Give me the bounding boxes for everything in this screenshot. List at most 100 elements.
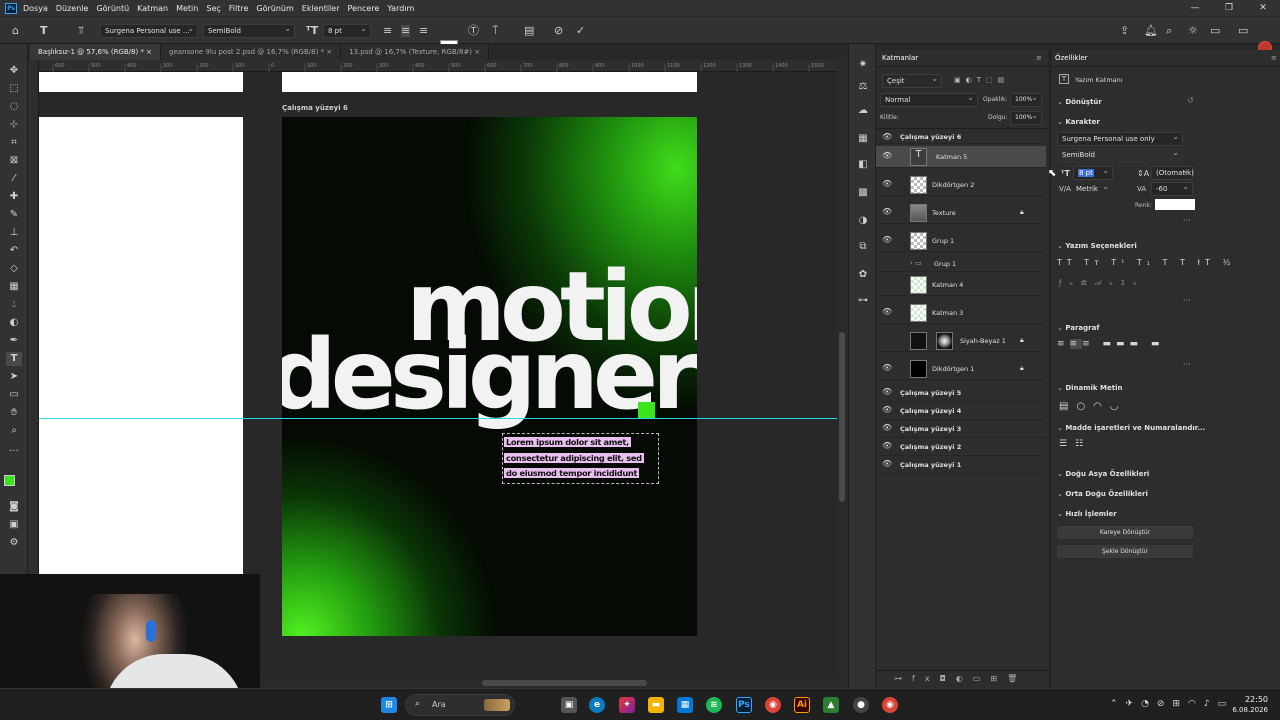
home-icon[interactable]: ⌂: [12, 25, 19, 37]
eye-icon[interactable]: 👁︎: [882, 307, 892, 316]
lasso-tool-icon[interactable]: ◌: [6, 100, 22, 114]
tab-baslıksiz[interactable]: Başlıksız-1 @ 57,6% (RGB/8) * ×: [30, 44, 162, 60]
windows-start-icon[interactable]: ⊞: [381, 697, 397, 713]
search-icon[interactable]: ⌕: [1166, 25, 1172, 37]
rectangle-tool-icon[interactable]: ▭: [6, 388, 22, 402]
file-explorer-icon[interactable]: ▬: [648, 697, 664, 713]
quick-select-icon[interactable]: ⊹: [6, 118, 22, 132]
horizontal-guide[interactable]: [39, 418, 837, 419]
panel-menu-icon[interactable]: ≡: [1271, 54, 1277, 62]
panels-icon[interactable]: ▤: [524, 25, 534, 37]
vertical-scroll-thumb[interactable]: [839, 332, 845, 502]
copilot-icon[interactable]: ✦: [619, 697, 635, 713]
menu-gorunum[interactable]: Görünüm: [256, 4, 293, 13]
section-dynamic-text[interactable]: Dinamik Metin: [1057, 384, 1122, 392]
layer-row-artboard1[interactable]: 👁︎ Çalışma yüzeyi 1: [876, 456, 1046, 474]
blur-tool-icon[interactable]: 💧︎: [6, 298, 22, 312]
hand-tool-icon[interactable]: ✋︎: [6, 406, 22, 420]
section-type-options[interactable]: Yazım Seçenekleri: [1057, 242, 1136, 250]
layer-row-dikdortgen2[interactable]: 👁︎ Dikdörtgen 2: [876, 174, 1046, 196]
layer-row-dikdortgen1[interactable]: 👁︎ Dikdörtgen 1 🔒︎: [876, 358, 1046, 380]
tab-13psd[interactable]: 13.psd @ 16,7% (Texture, RGB/8#) ×: [341, 44, 490, 60]
type-style-buttons[interactable]: TT Tт T¹ T₁ T T ŀT ½: [1057, 258, 1235, 267]
align-right-icon[interactable]: ≡: [419, 25, 428, 37]
section-character[interactable]: Karakter: [1057, 118, 1100, 126]
discover-icon[interactable]: ☼: [1188, 25, 1198, 37]
layer-row-siyah-beyaz1[interactable]: Siyah-Beyaz 1 🔒︎: [876, 330, 1046, 352]
align-center-icon[interactable]: ≡: [401, 25, 411, 37]
layer-row-grup1-folder[interactable]: › ▭ Grup 1: [876, 256, 1046, 272]
props-size-field[interactable]: 8 pt: [1073, 166, 1113, 180]
type-tool-icon[interactable]: T: [6, 352, 22, 366]
section-quick-actions[interactable]: Hızlı İşlemler: [1057, 510, 1116, 518]
eye-icon[interactable]: 👁︎: [882, 387, 892, 396]
font-size-dropdown[interactable]: 8 pt: [323, 24, 371, 38]
chrome-icon[interactable]: ◉: [765, 697, 781, 713]
layer-row-artboard4[interactable]: 👁︎ Çalışma yüzeyi 4: [876, 402, 1046, 420]
menu-filtre[interactable]: Filtre: [229, 4, 249, 13]
quick-mask-icon[interactable]: ◙: [6, 500, 22, 514]
reset-icon[interactable]: ↺: [1187, 96, 1194, 105]
more-options-icon[interactable]: ···: [1183, 216, 1191, 225]
poster-artboard[interactable]: motion designer Lorem ipsum dolor sit am…: [282, 117, 697, 636]
menu-metin[interactable]: Metin: [176, 4, 198, 13]
spotify-icon[interactable]: ≋: [706, 697, 722, 713]
menu-goruntu[interactable]: Görüntü: [96, 4, 129, 13]
eye-icon[interactable]: 👁︎: [882, 423, 892, 432]
layer-row-artboard3[interactable]: 👁︎ Çalışma yüzeyi 3: [876, 420, 1046, 438]
chrome-profile-icon[interactable]: ◉: [882, 697, 898, 713]
bullet-buttons[interactable]: ☰☷: [1059, 439, 1091, 449]
align-left-icon[interactable]: ≡: [383, 25, 392, 37]
menu-eklentiler[interactable]: Eklentiler: [302, 4, 340, 13]
brush-tool-icon[interactable]: ✎: [6, 208, 22, 222]
section-transform[interactable]: Dönüştür: [1057, 98, 1102, 106]
section-middle-east[interactable]: Orta Doğu Özellikleri: [1057, 490, 1148, 498]
gradient-tool-icon[interactable]: ▦: [6, 280, 22, 294]
type-tool-icon[interactable]: T: [40, 25, 48, 37]
vertical-scrollbar[interactable]: [837, 60, 848, 678]
menu-yardim[interactable]: Yardım: [387, 4, 414, 13]
close-icon[interactable]: ×: [474, 48, 480, 56]
frame-tool-icon[interactable]: ⊠: [6, 154, 22, 168]
artboard-label[interactable]: Çalışma yüzeyi 6: [282, 104, 348, 112]
patterns-icon[interactable]: ▩: [855, 186, 871, 200]
layer-row-katman3[interactable]: 👁︎ Katman 3: [876, 302, 1046, 324]
eye-icon[interactable]: 👁︎: [882, 151, 892, 160]
horizontal-scroll-thumb[interactable]: [482, 680, 647, 686]
zoom-tool-icon[interactable]: ⌕: [6, 424, 22, 438]
fill-field[interactable]: 100%: [1010, 111, 1042, 125]
properties-panel-title[interactable]: Özellikler: [1055, 54, 1088, 62]
learn-icon[interactable]: ✷: [855, 58, 871, 72]
share-icon[interactable]: ⇪: [1120, 25, 1129, 37]
illustrator-icon[interactable]: Ai: [794, 697, 810, 713]
paragraph-align-buttons[interactable]: ≡≡≡ ▬▬▬ ▬: [1057, 339, 1164, 349]
layer-filter-dropdown[interactable]: Çeşit: [882, 74, 942, 88]
menu-katman[interactable]: Katman: [137, 4, 168, 13]
artboard-tool-icon[interactable]: ⬚: [6, 82, 22, 96]
layer-filter-icons[interactable]: ▣◐T⬚▤: [954, 76, 1009, 84]
bell-icon[interactable]: 🔔︎: [1144, 25, 1158, 37]
layers-footer-actions[interactable]: ⊶fx◘◐▭⊞🗑︎: [876, 670, 1048, 688]
libraries-icon[interactable]: ☁︎: [855, 104, 871, 118]
more-options-icon[interactable]: ···: [1183, 296, 1191, 305]
menu-sec[interactable]: Seç: [206, 4, 220, 13]
arrange-icon[interactable]: ▭: [1238, 25, 1248, 37]
tab-geansone[interactable]: geansone 9lu post 2.psd @ 16,7% (RGB/8) …: [161, 44, 342, 60]
pen-tool-icon[interactable]: ✒: [6, 334, 22, 348]
orientation-icon[interactable]: ⫪: [78, 25, 84, 37]
convert-to-shape-button[interactable]: Şekle Dönüştür: [1057, 545, 1193, 558]
layer-row-katman5[interactable]: 👁︎ T Katman 5: [876, 146, 1046, 168]
cancel-icon[interactable]: ⊘: [554, 25, 563, 37]
layer-row-texture[interactable]: 👁︎ Texture 🔒︎: [876, 202, 1046, 224]
menu-duzenle[interactable]: Düzenle: [56, 4, 89, 13]
section-paragraph[interactable]: Paragraf: [1057, 324, 1099, 332]
adjust-icon[interactable]: ⚖︎: [855, 80, 871, 94]
eyedropper-icon[interactable]: ⁄: [6, 172, 22, 186]
eye-icon[interactable]: 👁︎: [882, 405, 892, 414]
paths-icon[interactable]: ⊶: [855, 294, 871, 308]
warp-text-icon[interactable]: Ⓣ: [468, 25, 479, 37]
eraser-tool-icon[interactable]: ◇: [6, 262, 22, 276]
close-icon[interactable]: ×: [326, 48, 332, 56]
close-icon[interactable]: ✕: [1246, 0, 1280, 16]
props-style-field[interactable]: SemiBold: [1057, 148, 1183, 162]
